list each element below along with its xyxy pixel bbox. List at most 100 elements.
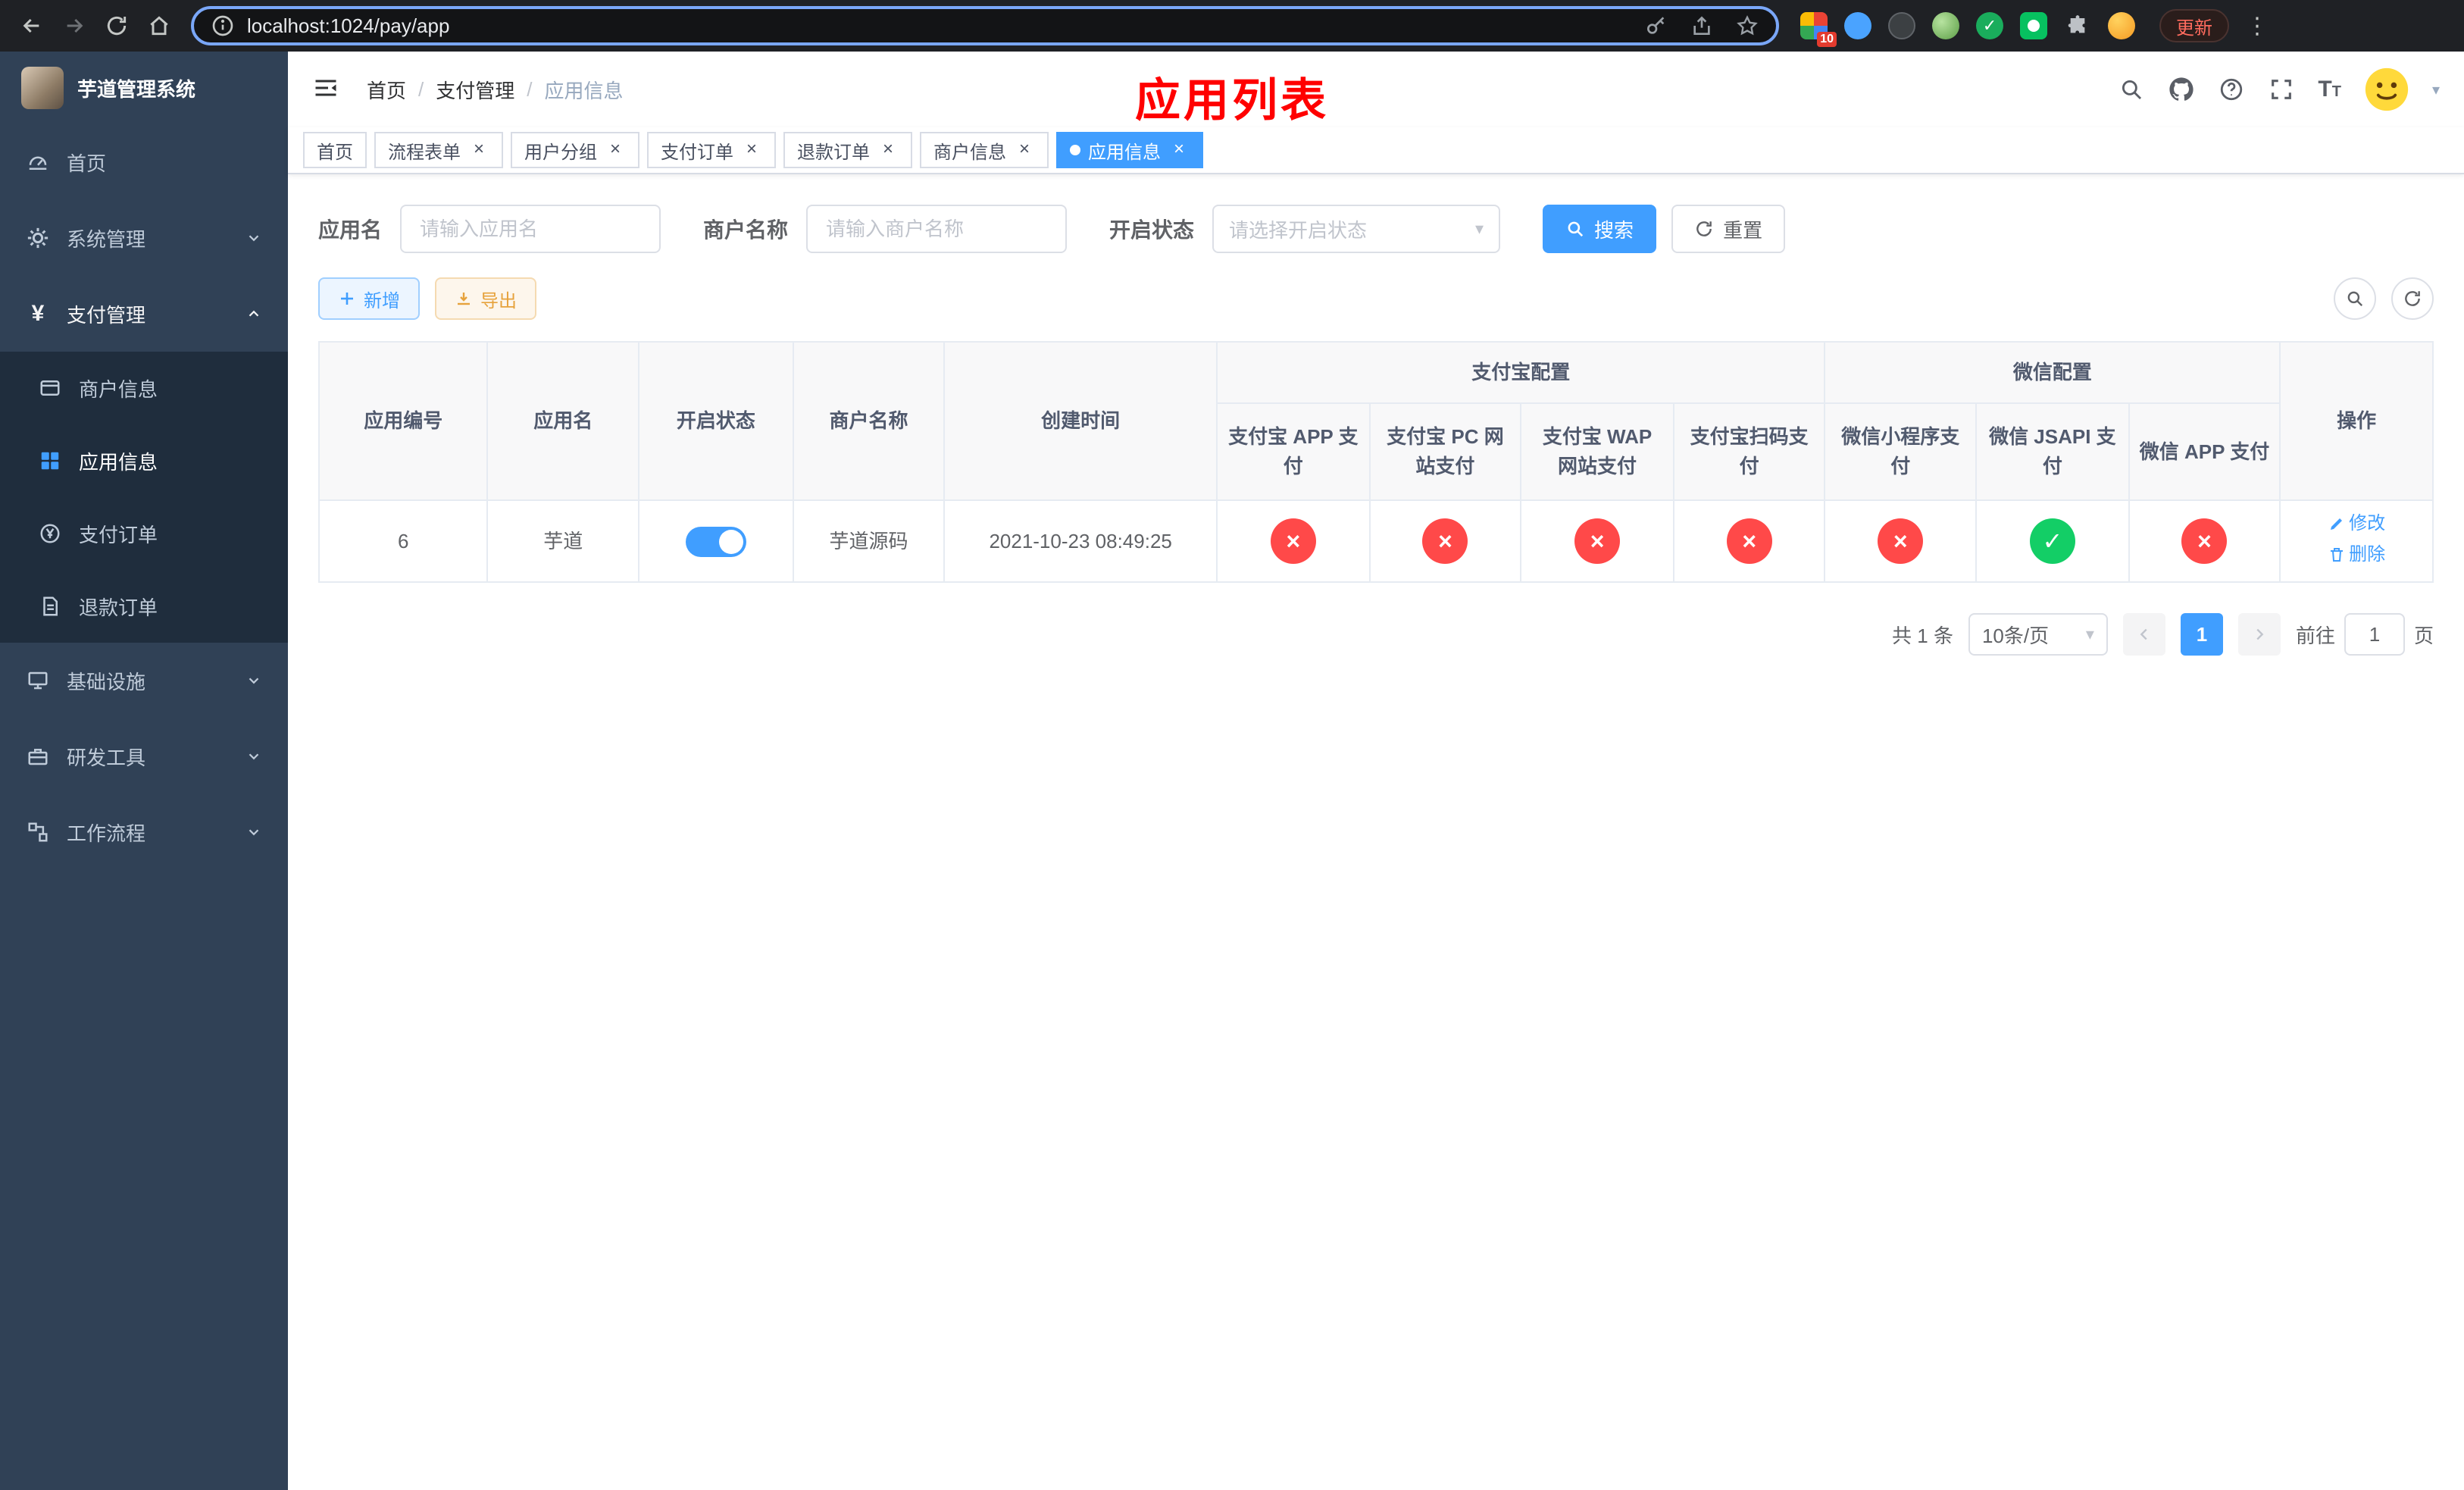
status-select[interactable]: 请选择开启状态 ▾: [1212, 205, 1501, 253]
close-icon[interactable]: ×: [1014, 139, 1035, 161]
edit-button[interactable]: 修改: [2328, 510, 2385, 537]
search-icon[interactable]: [2118, 76, 2145, 103]
browser-update-button[interactable]: 更新: [2159, 9, 2229, 42]
extension-wechat-icon[interactable]: [2017, 9, 2050, 42]
prev-page-button[interactable]: [2122, 613, 2165, 656]
tag-refund-orders[interactable]: 退款订单 ×: [783, 132, 912, 168]
yen-icon: ¥: [31, 301, 45, 326]
tag-user-group[interactable]: 用户分组 ×: [511, 132, 639, 168]
sidebar-menu: 首页 系统管理 ¥ 支付管理 商户信息 应用信息 支付订单 退款订单 基础设施 …: [0, 124, 288, 870]
reload-icon[interactable]: [103, 12, 130, 39]
col-status: 开启状态: [638, 341, 794, 501]
sidebar-item-system[interactable]: 系统管理: [0, 200, 288, 276]
chevron-down-icon: [245, 672, 262, 689]
extension-emoji-icon[interactable]: [2105, 9, 2138, 42]
search-button[interactable]: 搜索: [1543, 205, 1657, 253]
tag-merchant-info[interactable]: 商户信息 ×: [920, 132, 1049, 168]
col-wechat-mini: 微信小程序支付: [1824, 402, 1978, 501]
sidebar-item-label: 系统管理: [67, 227, 146, 251]
bookmark-star-icon[interactable]: [1734, 12, 1761, 39]
breadcrumb-home[interactable]: 首页: [367, 76, 406, 104]
url-text[interactable]: localhost:1024/pay/app: [247, 14, 449, 38]
sidebar-item-app-info[interactable]: 应用信息: [0, 424, 288, 497]
omnibox-actions: [1643, 12, 1761, 39]
page-size-select[interactable]: 10条/页 ▾: [1968, 613, 2108, 656]
breadcrumb-separator: /: [418, 77, 424, 101]
add-button[interactable]: 新增: [318, 277, 420, 320]
sidebar-item-merchant-info[interactable]: 商户信息: [0, 352, 288, 424]
extension-blue-icon[interactable]: [1841, 9, 1875, 42]
sidebar-item-workflow[interactable]: 工作流程: [0, 794, 288, 870]
refresh-icon[interactable]: [2391, 277, 2434, 320]
close-icon[interactable]: ×: [877, 139, 899, 161]
font-size-icon[interactable]: TT: [2318, 78, 2341, 101]
wechat-jsapi-status-icon: ✓: [2029, 518, 2075, 564]
app-name-label: 应用名: [318, 218, 383, 242]
tag-payment-orders[interactable]: 支付订单 ×: [647, 132, 776, 168]
extension-avatar-icon[interactable]: [1929, 9, 1962, 42]
close-icon[interactable]: ×: [1168, 139, 1190, 161]
next-page-button[interactable]: [2237, 613, 2281, 656]
sidebar-item-home[interactable]: 首页: [0, 124, 288, 200]
sidebar-item-dev-tools[interactable]: 研发工具: [0, 718, 288, 794]
tag-app-info[interactable]: 应用信息 ×: [1056, 132, 1203, 168]
close-icon[interactable]: ×: [468, 139, 489, 161]
site-info-icon[interactable]: [209, 12, 236, 39]
app-table: 应用编号 应用名 开启状态 商户名称 创建时间 支付宝配置 微信配置 操作 支付…: [317, 341, 2434, 583]
browser-chrome: localhost:1024/pay/app 10 ✓ 更新 ⋮: [0, 0, 2464, 52]
col-wechat-jsapi: 微信 JSAPI 支付: [1975, 402, 2130, 501]
fullscreen-icon[interactable]: [2268, 76, 2295, 103]
col-alipay-wap: 支付宝 WAP 网站支付: [1520, 402, 1674, 501]
status-toggle[interactable]: [685, 526, 746, 557]
key-icon[interactable]: [1643, 12, 1670, 39]
help-icon[interactable]: [2218, 76, 2245, 103]
extension-toolbar: 10 ✓: [1791, 9, 2144, 47]
card-icon: [38, 376, 62, 400]
page: localhost:1024/pay/app 10 ✓ 更新 ⋮ 芋道管理系统 …: [0, 0, 2464, 1490]
sidebar-item-label: 首页: [67, 152, 107, 175]
tag-process-form[interactable]: 流程表单 ×: [374, 132, 503, 168]
col-wechat-app: 微信 APP 支付: [2128, 402, 2281, 501]
sidebar-item-infrastructure[interactable]: 基础设施: [0, 643, 288, 718]
app-name-input[interactable]: [400, 205, 661, 253]
col-alipay-scan: 支付宝扫码支付: [1672, 402, 1826, 501]
breadcrumb-payment[interactable]: 支付管理: [436, 76, 514, 104]
alipay-scan-status-icon: ×: [1726, 518, 1772, 564]
extension-dark-icon[interactable]: [1885, 9, 1918, 42]
col-group-wechat: 微信配置: [1824, 341, 2281, 404]
app-frame: 芋道管理系统 首页 系统管理 ¥ 支付管理 商户信息 应用信息 支付订单 退款订…: [0, 52, 2464, 1490]
sidebar-item-payment-orders[interactable]: 支付订单: [0, 497, 288, 570]
browser-menu-icon[interactable]: ⋮: [2241, 13, 2273, 39]
current-page-button[interactable]: 1: [2180, 613, 2223, 656]
tag-home[interactable]: 首页: [303, 132, 367, 168]
export-button[interactable]: 导出: [435, 277, 536, 320]
reset-button[interactable]: 重置: [1671, 205, 1786, 253]
close-icon[interactable]: ×: [605, 139, 626, 161]
user-menu-caret-icon[interactable]: ▾: [2432, 80, 2440, 99]
col-actions: 操作: [2279, 341, 2434, 501]
extension-badge: 10: [1817, 32, 1837, 47]
sidebar-item-payment[interactable]: ¥ 支付管理: [0, 276, 288, 352]
user-avatar[interactable]: [2364, 67, 2409, 112]
address-bar[interactable]: localhost:1024/pay/app: [191, 6, 1779, 45]
github-icon[interactable]: [2168, 76, 2195, 103]
close-icon[interactable]: ×: [741, 139, 762, 161]
toggle-search-icon[interactable]: [2334, 277, 2376, 320]
delete-button[interactable]: 删除: [2328, 541, 2385, 568]
breadcrumb: 首页 / 支付管理 / 应用信息: [367, 76, 624, 104]
total-count: 共 1 条: [1892, 624, 1953, 647]
extension-grid-icon[interactable]: 10: [1797, 9, 1837, 47]
goto-page-input[interactable]: [2344, 613, 2405, 656]
home-icon[interactable]: [145, 12, 173, 39]
forward-icon[interactable]: [61, 12, 88, 39]
back-icon[interactable]: [18, 12, 45, 39]
extension-green-check-icon[interactable]: ✓: [1973, 9, 2006, 42]
pagination: 共 1 条 10条/页 ▾ 1 前往 页: [318, 613, 2434, 656]
page-annotation: 应用列表: [1135, 75, 1329, 126]
share-icon[interactable]: [1688, 12, 1715, 39]
cell-app-id: 6: [317, 499, 489, 583]
extensions-puzzle-icon[interactable]: [2061, 9, 2094, 42]
sidebar-item-refund-orders[interactable]: 退款订单: [0, 570, 288, 643]
merchant-name-input[interactable]: [806, 205, 1068, 253]
sidebar-collapse-icon[interactable]: [312, 74, 342, 105]
